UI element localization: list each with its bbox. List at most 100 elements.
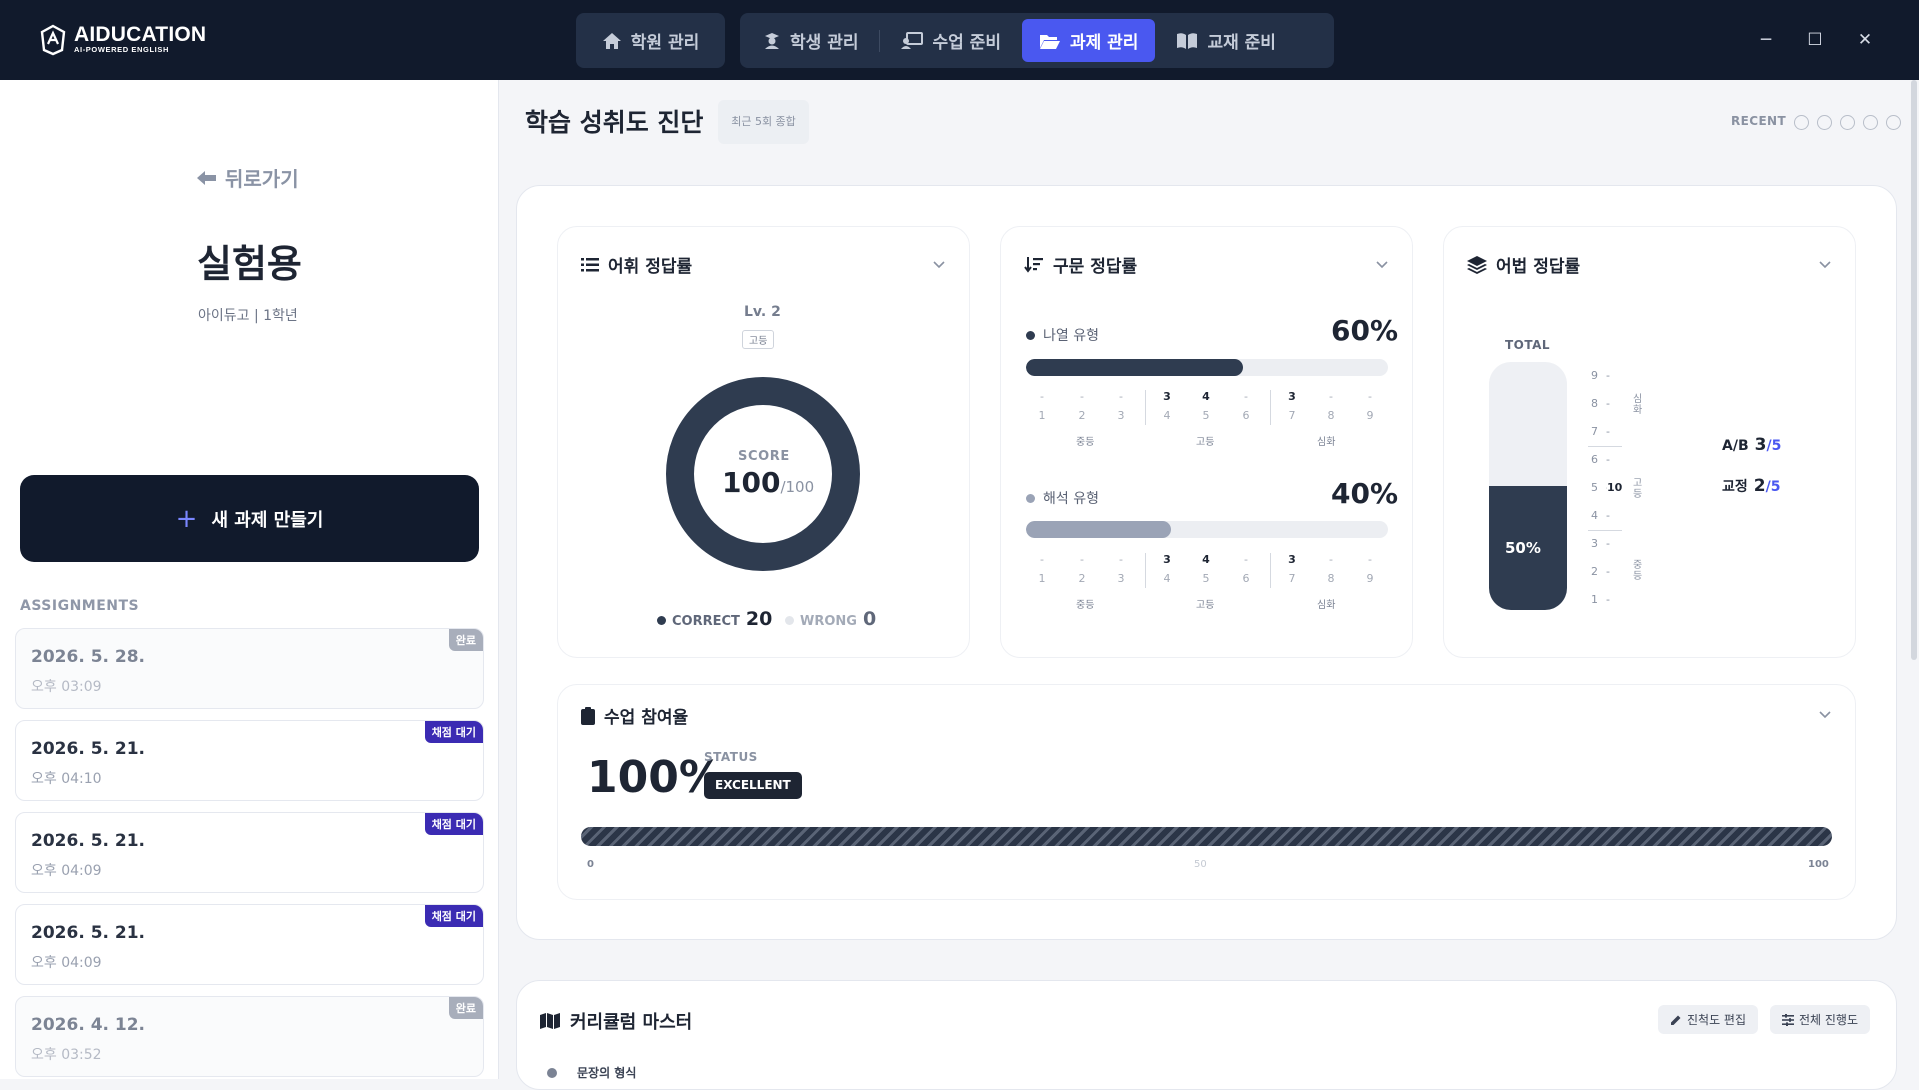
tick-top-value: -	[1368, 553, 1372, 566]
tick-label: 3	[1117, 572, 1125, 585]
syntax-title: 구문 정답률	[1024, 252, 1137, 277]
assignment-card[interactable]: 2026. 5. 21. 오후 04:09 채점 대기	[15, 904, 484, 985]
fix-max: /5	[1765, 479, 1781, 495]
syntax-bar	[1026, 521, 1388, 538]
score-max: /100	[780, 478, 815, 496]
map-icon	[540, 1013, 560, 1029]
assignment-time: 오후 04:10	[31, 771, 102, 787]
recent-dot[interactable]	[1817, 115, 1832, 130]
tick-top-value: -	[1244, 553, 1248, 566]
correct-label: CORRECT	[672, 614, 740, 629]
tick-top-value: 4	[1202, 553, 1210, 566]
tick-top-value: -	[1244, 390, 1248, 403]
chevron-down-icon[interactable]	[1376, 259, 1388, 271]
overall-progress-button[interactable]: 전체 진행도	[1770, 1005, 1871, 1034]
assignment-time: 오후 03:09	[31, 679, 102, 695]
list-icon	[581, 257, 599, 271]
curriculum-item-dot	[547, 1067, 557, 1078]
scrollbar[interactable]	[1911, 80, 1917, 660]
tick-label: 5	[1202, 572, 1210, 585]
tick-top-value: -	[1329, 553, 1333, 566]
nav-item-class-prep[interactable]: 수업 준비	[884, 19, 1017, 62]
scale-dash: -	[1606, 425, 1610, 438]
sidebar: 뒤로가기 실험용 아이듀고 | 1학년 + 새 과제 만들기 ASSIGNMEN…	[0, 80, 499, 1079]
nav-item-assignments[interactable]: 과제 관리	[1021, 19, 1156, 62]
tick-label: 8	[1327, 409, 1335, 422]
status-badge: 채점 대기	[424, 813, 483, 835]
recent-dot[interactable]	[1840, 115, 1855, 130]
nav-group-academy: 학원 관리	[576, 13, 725, 68]
status-badge: 완료	[448, 629, 483, 651]
status-badge: EXCELLENT	[704, 772, 802, 799]
tick-top-value: -	[1080, 553, 1084, 566]
app-logo[interactable]: AIDUCATION AI-POWERED ENGLISH	[40, 24, 206, 56]
syntax-bar-fill	[1026, 521, 1171, 538]
wrong-count: 0	[862, 608, 877, 630]
student-info: 아이듀고 | 1학년	[198, 308, 298, 324]
chevron-down-icon[interactable]	[933, 259, 945, 271]
grammar-total-pct: 50%	[1505, 539, 1541, 557]
grammar-tube	[1489, 362, 1567, 610]
tick-top-value: -	[1329, 390, 1333, 403]
student-name: 실험용	[197, 244, 302, 286]
axis-label-50: 50	[1194, 859, 1207, 870]
vocab-level-tag: 고등	[742, 330, 775, 349]
back-label: 뒤로가기	[225, 167, 299, 191]
recent-dot[interactable]	[1886, 115, 1901, 130]
nav-item-students[interactable]: 학생 관리	[746, 19, 875, 62]
assignments-header: ASSIGNMENTS	[20, 598, 140, 614]
tick-group-separator	[1145, 553, 1146, 588]
new-assignment-button[interactable]: + 새 과제 만들기	[20, 475, 479, 562]
scale-number: 9	[1591, 369, 1598, 382]
grammar-total-label: TOTAL	[1505, 338, 1551, 352]
tick-label: 3	[1117, 409, 1125, 422]
close-button[interactable]: ✕	[1850, 26, 1880, 54]
score-value: 100/100	[722, 466, 814, 499]
back-button[interactable]: 뒤로가기	[197, 163, 299, 192]
syntax-row-pct: 40%	[1331, 477, 1399, 510]
minimize-button[interactable]: ─	[1751, 26, 1781, 54]
nav-label: 학생 관리	[790, 33, 859, 53]
chevron-down-icon[interactable]	[1819, 259, 1831, 271]
overall-progress-label: 전체 진행도	[1799, 1013, 1859, 1027]
recent-dot[interactable]	[1863, 115, 1878, 130]
scale-band-label: 심화	[1633, 394, 1643, 416]
row-dot	[1026, 493, 1035, 503]
tick-label: 2	[1078, 409, 1086, 422]
assignment-card[interactable]: 2026. 4. 12. 오후 03:52 완료	[15, 996, 484, 1077]
edit-progress-label: 진척도 편집	[1687, 1013, 1747, 1027]
axis-label-100: 100	[1808, 859, 1829, 870]
tick-group-label: 고등	[1196, 437, 1215, 448]
tick-group-label: 고등	[1196, 600, 1215, 611]
scale-number: 7	[1591, 425, 1598, 438]
recent-dot[interactable]	[1794, 115, 1809, 130]
score-number: 100	[722, 466, 781, 499]
edit-progress-button[interactable]: 진척도 편집	[1658, 1005, 1759, 1034]
tick-label: 7	[1288, 409, 1296, 422]
assignment-time: 오후 04:09	[31, 955, 102, 971]
tick-top-value: 3	[1288, 553, 1296, 566]
curriculum-item[interactable]: 문장의 형식	[547, 1064, 636, 1081]
teacher-icon	[901, 31, 924, 49]
nav-item-academy[interactable]: 학원 관리	[585, 19, 716, 62]
tick-label: 4	[1163, 572, 1171, 585]
assignment-card[interactable]: 2026. 5. 21. 오후 04:10 채점 대기	[15, 720, 484, 801]
correct-count: 20	[745, 608, 773, 630]
scale-number: 3	[1591, 537, 1598, 550]
pencil-icon	[1671, 1015, 1681, 1025]
assignment-card[interactable]: 2026. 5. 21. 오후 04:09 채점 대기	[15, 812, 484, 893]
scale-number: 6	[1591, 453, 1598, 466]
scale-dash: -	[1606, 565, 1610, 578]
syntax-bar-fill	[1026, 359, 1244, 376]
nav-item-materials[interactable]: 교재 준비	[1159, 19, 1292, 62]
tick-label: 1	[1038, 572, 1046, 585]
scale-number: 4	[1591, 509, 1598, 522]
tick-top-value: -	[1119, 390, 1123, 403]
syntax-row-label: 해석 유형	[1026, 488, 1099, 508]
assignment-date: 2026. 5. 28.	[31, 647, 146, 667]
maximize-button[interactable]: ☐	[1800, 26, 1830, 54]
nav-label: 수업 준비	[932, 33, 1001, 53]
assignment-card[interactable]: 2026. 5. 28. 오후 03:09 완료	[15, 628, 484, 709]
chevron-down-icon[interactable]	[1819, 709, 1831, 721]
tick-top-value: -	[1040, 390, 1044, 403]
